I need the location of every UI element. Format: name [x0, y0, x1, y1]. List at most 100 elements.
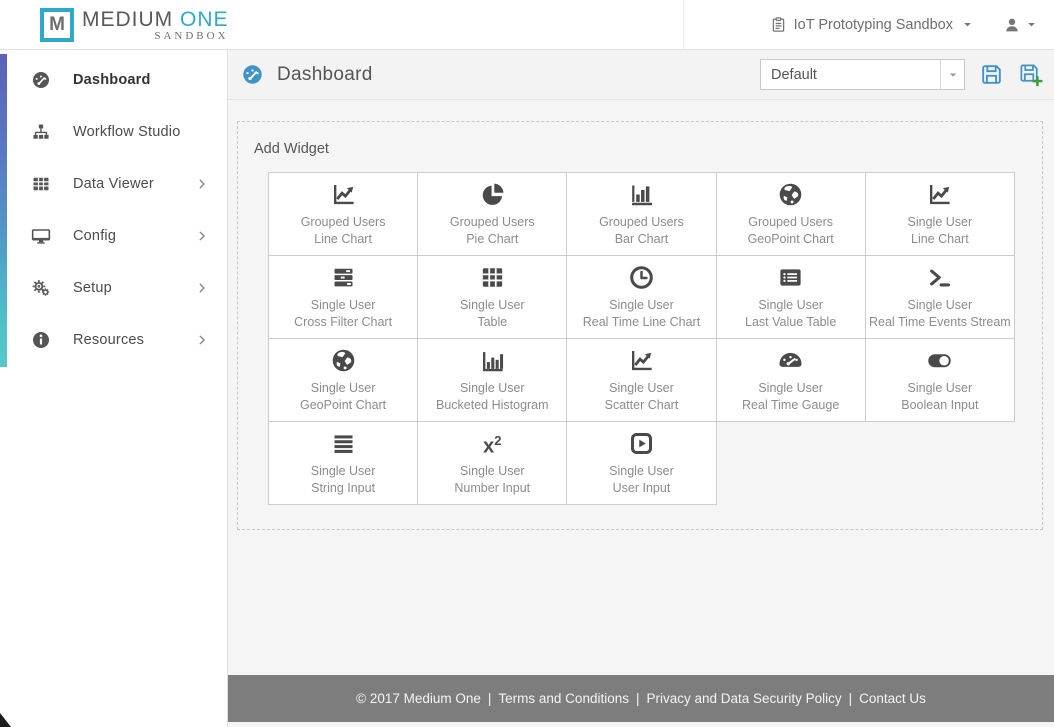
sidebar-nav: Dashboard Workflow Studio Data Viewer Co… — [0, 54, 227, 366]
widget-group-label: Grouped Users — [748, 214, 834, 229]
line-chart-icon — [926, 180, 953, 210]
widget-single-user-cross-filter-chart[interactable]: Single User Cross Filter Chart — [269, 256, 419, 339]
widget-grouped-users-line-chart[interactable]: Grouped Users Line Chart — [269, 173, 419, 256]
widget-type-label: Real Time Line Chart — [582, 315, 701, 329]
medium-one-logo[interactable]: M MEDIUM ONE SANDBOX — [40, 7, 229, 42]
footer-link-contact-us[interactable]: Contact Us — [859, 691, 926, 706]
widget-grouped-users-pie-chart[interactable]: Grouped Users Pie Chart — [418, 173, 568, 256]
table-icon — [31, 174, 51, 194]
content-header: Dashboard Default — [228, 50, 1054, 100]
sidebar-item-config[interactable]: Config — [0, 210, 227, 262]
widget-group-label: Single User — [758, 297, 823, 312]
widget-grouped-users-geopoint-chart[interactable]: Grouped Users GeoPoint Chart — [716, 173, 866, 256]
widget-type-label: GeoPoint Chart — [300, 398, 387, 412]
sidebar-item-label: Dashboard — [73, 72, 151, 88]
widget-group-label: Single User — [310, 380, 376, 395]
dashboard-select[interactable]: Default — [760, 59, 965, 90]
widget-type-label: GeoPoint Chart — [747, 232, 834, 246]
sidebar-item-data-viewer[interactable]: Data Viewer — [0, 158, 227, 210]
save-dashboard-button[interactable] — [979, 62, 1004, 87]
logo-wordmark: MEDIUM ONE — [82, 8, 229, 31]
widget-single-user-real-time-line-chart[interactable]: Single User Real Time Line Chart — [567, 256, 717, 339]
sidebar: Dashboard Workflow Studio Data Viewer Co… — [0, 50, 228, 727]
widget-single-user-user-input[interactable]: Single User User Input — [567, 422, 717, 505]
sidebar-item-dashboard[interactable]: Dashboard — [0, 54, 227, 106]
sidebar-item-label: Workflow Studio — [73, 124, 181, 140]
save-icon — [979, 62, 1004, 87]
number-x2-icon: x2 — [483, 432, 502, 458]
add-widget-title: Add Widget — [254, 141, 329, 157]
table-grid-icon — [479, 263, 506, 293]
caret-down-icon — [960, 17, 975, 32]
logo-tagline: SANDBOX — [154, 29, 229, 42]
widget-type-label: Table — [477, 315, 508, 329]
chevron-right-icon — [195, 177, 209, 191]
widget-type-label: Number Input — [454, 481, 531, 495]
widget-group-label: Single User — [459, 380, 525, 395]
sidebar-item-setup[interactable]: Setup — [0, 262, 227, 314]
footer-link-terms-and-conditions[interactable]: Terms and Conditions — [498, 691, 629, 706]
cross-filter-icon — [330, 263, 357, 293]
sidebar-item-workflow-studio[interactable]: Workflow Studio — [0, 106, 227, 158]
play-square-icon — [628, 429, 655, 459]
widget-type-label: Line Chart — [314, 232, 372, 246]
widget-group-label: Grouped Users — [300, 214, 386, 229]
logo-word-medium: MEDIUM — [82, 7, 174, 31]
footer-link-privacy-and-data-security-policy[interactable]: Privacy and Data Security Policy — [647, 691, 842, 706]
widget-type-label: Scatter Chart — [604, 398, 679, 412]
user-menu[interactable] — [1003, 16, 1039, 34]
widget-single-user-string-input[interactable]: Single User String Input — [269, 422, 419, 505]
histogram-icon — [479, 346, 506, 376]
widget-single-user-line-chart[interactable]: Single User Line Chart — [865, 173, 1015, 256]
logo-m-icon: M — [40, 7, 74, 42]
widget-single-user-last-value-table[interactable]: Single User Last Value Table — [716, 256, 866, 339]
footer-separator: | — [487, 691, 492, 706]
chevron-right-icon — [195, 333, 209, 347]
footer-separator: | — [635, 691, 640, 706]
scatter-chart-icon — [628, 346, 655, 376]
widget-group-label: Grouped Users — [599, 214, 684, 229]
line-chart-icon — [330, 180, 357, 210]
widget-single-user-scatter-chart[interactable]: Single User Scatter Chart — [567, 339, 717, 422]
footer-separator: | — [848, 691, 853, 706]
widget-single-user-number-input[interactable]: x2 Single User Number Input — [418, 422, 568, 505]
widget-single-user-bucketed-histogram[interactable]: Single User Bucketed Histogram — [418, 339, 568, 422]
sidebar-item-label: Data Viewer — [73, 176, 154, 192]
logo-letter: M — [49, 13, 65, 35]
main-body: Add Widget Grouped Users Line Chart Grou… — [228, 100, 1054, 675]
widget-group-label: Single User — [758, 380, 823, 395]
workspace-selector[interactable]: IoT Prototyping Sandbox — [770, 16, 975, 33]
widget-single-user-table[interactable]: Single User Table — [418, 256, 568, 339]
caret-down-icon — [1024, 17, 1039, 32]
widget-group-label: Single User — [310, 297, 376, 312]
widget-grouped-users-bar-chart[interactable]: Grouped Users Bar Chart — [567, 173, 717, 256]
select-caret-button[interactable] — [940, 60, 964, 89]
widget-type-label: Real Time Events Stream — [868, 315, 1011, 329]
gears-icon — [31, 278, 51, 298]
sidebar-gradient-strip — [0, 54, 7, 367]
widget-single-user-geopoint-chart[interactable]: Single User GeoPoint Chart — [269, 339, 419, 422]
widget-group-label: Grouped Users — [449, 214, 535, 229]
toggle-icon — [926, 346, 953, 376]
main-content: Dashboard Default Add Widget Grouped Use… — [228, 50, 1054, 727]
widget-type-label: User Input — [612, 481, 671, 495]
widget-group-label: Single User — [609, 463, 674, 478]
save-plus-icon — [1018, 62, 1043, 87]
add-widget-panel: Add Widget Grouped Users Line Chart Grou… — [237, 121, 1043, 530]
sidebar-item-resources[interactable]: Resources — [0, 314, 227, 366]
user-icon — [1003, 16, 1021, 34]
footer-copyright: © 2017 Medium One — [356, 691, 481, 706]
info-circle-icon — [31, 330, 51, 350]
widget-group-label: Single User — [310, 463, 376, 478]
clock-icon — [628, 263, 655, 293]
widget-single-user-boolean-input[interactable]: Single User Boolean Input — [865, 339, 1015, 422]
widget-single-user-real-time-gauge[interactable]: Single User Real Time Gauge — [716, 339, 866, 422]
globe-icon — [330, 346, 357, 376]
top-navbar: M MEDIUM ONE SANDBOX IoT Prototyping San… — [0, 0, 1054, 50]
widget-type-label: Real Time Gauge — [742, 398, 840, 412]
globe-icon — [777, 180, 804, 210]
align-justify-icon — [330, 429, 357, 459]
widget-single-user-real-time-events-stream[interactable]: Single User Real Time Events Stream — [865, 256, 1015, 339]
widget-grid: Grouped Users Line Chart Grouped Users P… — [268, 172, 1015, 505]
save-as-new-dashboard-button[interactable] — [1018, 62, 1043, 87]
